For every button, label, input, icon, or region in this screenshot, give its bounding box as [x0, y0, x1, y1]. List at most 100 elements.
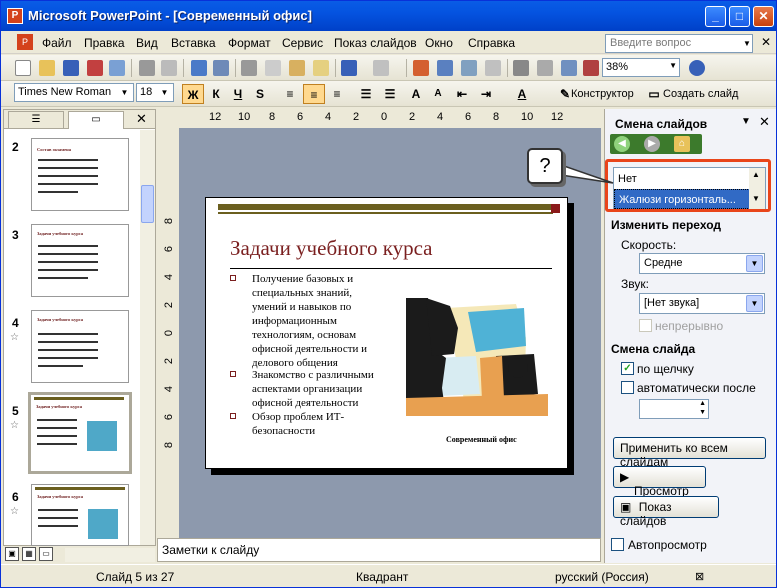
sound-dropdown-icon[interactable]: ▼	[746, 295, 763, 312]
menu-window[interactable]: Окно	[425, 36, 453, 50]
scrollbar-thumb[interactable]	[141, 185, 154, 223]
print-preview-icon[interactable]	[161, 60, 177, 76]
auto-advance-checkbox[interactable]	[621, 381, 634, 394]
slideshow-button[interactable]: ▣ Показ слайдов	[613, 496, 719, 528]
document-icon[interactable]: P	[17, 34, 33, 50]
slides-pane-scrollbar[interactable]	[140, 130, 155, 545]
slide-bullet[interactable]: Получение базовых и специальных знаний, …	[230, 272, 382, 370]
new-slide-icon[interactable]: ▭	[643, 84, 665, 104]
close-button[interactable]: ✕	[753, 6, 774, 27]
align-center-icon[interactable]: ≡	[303, 84, 325, 104]
undo-icon[interactable]	[341, 60, 357, 76]
current-slide[interactable]: Задачи учебного курса Получение базовых …	[205, 197, 568, 469]
tab-slides[interactable]: ▭	[68, 111, 124, 129]
italic-button[interactable]: К	[205, 84, 227, 104]
spin-down-icon[interactable]: ▼	[699, 409, 706, 416]
bold-button[interactable]: Ж	[182, 84, 204, 104]
office-worker-clipart[interactable]	[406, 298, 548, 416]
align-right-icon[interactable]: ≡	[326, 84, 348, 104]
insert-chart-icon[interactable]	[413, 60, 429, 76]
document-close-icon[interactable]: ✕	[761, 35, 771, 49]
font-dropdown-icon[interactable]: ▼	[117, 85, 132, 100]
slide-title[interactable]: Задачи учебного курса	[230, 236, 433, 261]
loop-checkbox[interactable]	[639, 319, 652, 332]
underline-button[interactable]: Ч	[227, 84, 249, 104]
zoom-combo[interactable]: 38% ▼	[602, 58, 680, 77]
help-icon[interactable]	[689, 60, 705, 76]
speed-combo[interactable]: Средне ▼	[639, 253, 765, 274]
spelling-icon[interactable]	[191, 60, 207, 76]
autopreview-checkbox[interactable]	[611, 538, 624, 551]
font-color-icon[interactable]: A	[511, 84, 533, 104]
ask-dropdown-icon[interactable]: ▼	[743, 39, 751, 48]
format-painter-icon[interactable]	[313, 60, 329, 76]
forward-icon[interactable]: ▶	[644, 136, 660, 152]
task-pane-close-icon[interactable]: ✕	[759, 114, 770, 130]
cut-icon[interactable]	[241, 60, 257, 76]
designer-button[interactable]: Конструктор	[571, 88, 634, 100]
slides-pane-close-icon[interactable]: ✕	[136, 111, 147, 127]
grow-font-icon[interactable]: A	[405, 84, 427, 104]
font-combo[interactable]: Times New Roman ▼	[14, 83, 134, 102]
formatting-marks-icon[interactable]	[537, 60, 553, 76]
apply-to-all-button[interactable]: Применить ко всем слайдам	[613, 437, 766, 469]
menu-format[interactable]: Формат	[228, 36, 271, 50]
tab-outline[interactable]: ☰	[8, 111, 64, 129]
menu-tools[interactable]: Сервис	[282, 36, 323, 50]
task-pane-menu-icon[interactable]: ▼	[741, 116, 751, 127]
sound-combo[interactable]: [Нет звука] ▼	[639, 293, 765, 314]
spin-up-icon[interactable]: ▲	[699, 400, 706, 407]
shadow-button[interactable]: S	[249, 84, 271, 104]
maximize-button[interactable]: □	[729, 6, 750, 27]
zoom-dropdown-icon[interactable]: ▼	[669, 61, 677, 70]
menu-slideshow[interactable]: Показ слайдов	[334, 36, 417, 50]
font-size-combo[interactable]: 18 ▼	[136, 83, 174, 102]
align-left-icon[interactable]: ≡	[279, 84, 301, 104]
decrease-indent-icon[interactable]: ⇤	[451, 84, 473, 104]
horizontal-scrollbar[interactable]	[65, 548, 155, 562]
slide-thumbnail-selected[interactable]: Задачи учебного курса	[28, 392, 132, 474]
paste-icon[interactable]	[289, 60, 305, 76]
grid-icon[interactable]	[561, 60, 577, 76]
increase-indent-icon[interactable]: ⇥	[475, 84, 497, 104]
normal-view-icon[interactable]: ▣	[5, 547, 19, 561]
slide-thumbnail[interactable]: Задачи учебного курса	[31, 224, 129, 297]
preview-button[interactable]: ▶ Просмотр	[613, 466, 706, 498]
insert-table-icon[interactable]	[437, 60, 453, 76]
bullets-icon[interactable]: ☰	[379, 84, 401, 104]
menu-insert[interactable]: Вставка	[171, 36, 216, 50]
menu-help[interactable]: Справка	[468, 36, 515, 50]
copy-icon[interactable]	[265, 60, 281, 76]
open-icon[interactable]	[39, 60, 55, 76]
slide-thumbnail[interactable]: Задачи учебного курса	[31, 484, 129, 546]
shrink-font-icon[interactable]: A	[427, 84, 449, 104]
back-icon[interactable]: ◀	[614, 136, 630, 152]
powerpoint-app-icon[interactable]: P	[7, 8, 23, 24]
new-slide-button[interactable]: Создать слайд	[663, 88, 738, 100]
print-icon[interactable]	[139, 60, 155, 76]
color-grayscale-icon[interactable]	[583, 60, 599, 76]
speed-dropdown-icon[interactable]: ▼	[746, 255, 763, 272]
slideshow-view-icon[interactable]: ▭	[39, 547, 53, 561]
minimize-button[interactable]: _	[705, 6, 726, 27]
new-icon[interactable]	[15, 60, 31, 76]
save-icon[interactable]	[63, 60, 79, 76]
slide-bullet[interactable]: Обзор проблем ИТ-безопасности	[230, 410, 382, 438]
size-dropdown-icon[interactable]: ▼	[157, 85, 172, 100]
research-icon[interactable]	[213, 60, 229, 76]
menu-view[interactable]: Вид	[136, 36, 158, 50]
numbering-icon[interactable]: ☰	[355, 84, 377, 104]
permission-icon[interactable]	[87, 60, 103, 76]
menu-edit[interactable]: Правка	[84, 36, 125, 50]
on-click-checkbox[interactable]: ✓	[621, 362, 634, 375]
redo-icon[interactable]	[373, 60, 389, 76]
spelling-status-icon[interactable]: ⊠	[695, 570, 704, 583]
home-icon[interactable]: ⌂	[674, 136, 690, 152]
tables-borders-icon[interactable]	[461, 60, 477, 76]
notes-pane[interactable]: Заметки к слайду	[157, 538, 601, 562]
slide-thumbnail[interactable]: Состав экзамена	[31, 138, 129, 211]
auto-advance-time-spinner[interactable]: ▲ ▼	[639, 399, 709, 419]
menu-file[interactable]: Файл	[42, 36, 72, 50]
ask-question-input[interactable]: Введите вопрос	[605, 34, 753, 53]
email-icon[interactable]	[109, 60, 125, 76]
